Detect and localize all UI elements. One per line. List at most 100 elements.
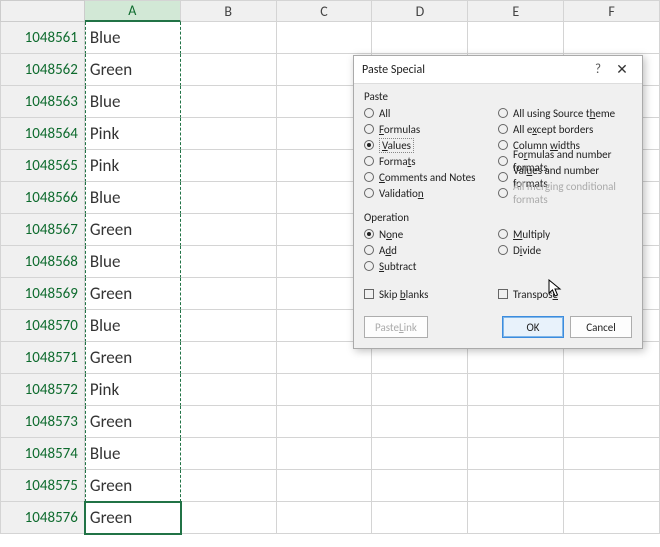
row-header[interactable]: 1048563 bbox=[0, 86, 85, 118]
cell[interactable] bbox=[468, 374, 564, 406]
cell[interactable] bbox=[181, 470, 277, 502]
transpose-checkbox[interactable]: Transpose bbox=[498, 286, 632, 302]
cell[interactable]: Green bbox=[85, 54, 181, 86]
cell[interactable] bbox=[277, 374, 373, 406]
radio-comments[interactable]: Comments and Notes bbox=[364, 169, 498, 185]
cell[interactable] bbox=[277, 470, 373, 502]
cell[interactable] bbox=[564, 502, 660, 534]
cell[interactable] bbox=[468, 22, 564, 54]
dialog-titlebar[interactable]: Paste Special ? ✕ bbox=[354, 56, 642, 84]
radio-all[interactable]: All bbox=[364, 105, 498, 121]
cell[interactable] bbox=[277, 22, 373, 54]
cell[interactable]: Green bbox=[85, 278, 181, 310]
row-header[interactable]: 1048568 bbox=[0, 246, 85, 278]
skip-blanks-checkbox[interactable]: Skip blanks bbox=[364, 286, 498, 302]
row-header[interactable]: 1048572 bbox=[0, 374, 85, 406]
cell[interactable] bbox=[181, 118, 277, 150]
help-icon[interactable]: ? bbox=[586, 62, 610, 77]
column-header-d[interactable]: D bbox=[372, 0, 468, 22]
row-header[interactable]: 1048573 bbox=[0, 406, 85, 438]
cell[interactable] bbox=[181, 214, 277, 246]
column-header-c[interactable]: C bbox=[277, 0, 373, 22]
row-header[interactable]: 1048571 bbox=[0, 342, 85, 374]
cell[interactable] bbox=[181, 502, 277, 534]
paste-link-button[interactable]: Paste Link bbox=[364, 316, 428, 338]
cell[interactable] bbox=[564, 470, 660, 502]
radio-add[interactable]: Add bbox=[364, 242, 498, 258]
cell[interactable] bbox=[181, 310, 277, 342]
cell[interactable] bbox=[564, 374, 660, 406]
row-header[interactable]: 1048574 bbox=[0, 438, 85, 470]
cell[interactable] bbox=[181, 278, 277, 310]
cell[interactable] bbox=[372, 406, 468, 438]
radio-multiply[interactable]: Multiply bbox=[498, 226, 632, 242]
cell[interactable] bbox=[181, 342, 277, 374]
cell[interactable] bbox=[372, 22, 468, 54]
radio-except-borders[interactable]: All except borders bbox=[498, 121, 632, 137]
cell[interactable]: Blue bbox=[85, 86, 181, 118]
cell[interactable] bbox=[181, 22, 277, 54]
cell[interactable]: Green bbox=[85, 406, 181, 438]
cell[interactable]: Green bbox=[85, 214, 181, 246]
row-header[interactable]: 1048576 bbox=[0, 502, 85, 534]
cell[interactable]: Blue bbox=[85, 22, 181, 54]
radio-divide[interactable]: Divide bbox=[498, 242, 632, 258]
radio-values[interactable]: Values bbox=[364, 137, 498, 153]
cell[interactable]: Blue bbox=[85, 246, 181, 278]
radio-formulas[interactable]: Formulas bbox=[364, 121, 498, 137]
row-header[interactable]: 1048561 bbox=[0, 22, 85, 54]
row-header[interactable]: 1048562 bbox=[0, 54, 85, 86]
radio-validation[interactable]: Validation bbox=[364, 185, 498, 201]
cell[interactable] bbox=[181, 150, 277, 182]
select-all-corner[interactable] bbox=[0, 0, 85, 22]
cell[interactable] bbox=[564, 438, 660, 470]
cell[interactable]: Green bbox=[85, 502, 181, 534]
column-header-a[interactable]: A bbox=[85, 0, 181, 22]
cell[interactable]: Blue bbox=[85, 182, 181, 214]
row-header[interactable]: 1048569 bbox=[0, 278, 85, 310]
radio-source-theme[interactable]: All using Source theme bbox=[498, 105, 632, 121]
row-header[interactable]: 1048567 bbox=[0, 214, 85, 246]
cell[interactable]: Pink bbox=[85, 374, 181, 406]
close-icon[interactable]: ✕ bbox=[610, 61, 634, 78]
cell[interactable] bbox=[372, 438, 468, 470]
cell[interactable] bbox=[468, 438, 564, 470]
cell[interactable]: Blue bbox=[85, 438, 181, 470]
cell[interactable]: Pink bbox=[85, 150, 181, 182]
cell[interactable] bbox=[181, 406, 277, 438]
column-header-f[interactable]: F bbox=[564, 0, 660, 22]
radio-none[interactable]: None bbox=[364, 226, 498, 242]
cell[interactable] bbox=[181, 86, 277, 118]
cell[interactable] bbox=[468, 406, 564, 438]
cell[interactable] bbox=[181, 374, 277, 406]
cell[interactable] bbox=[564, 406, 660, 438]
cell[interactable] bbox=[372, 502, 468, 534]
cell[interactable] bbox=[277, 502, 373, 534]
cell[interactable]: Blue bbox=[85, 310, 181, 342]
cell[interactable] bbox=[372, 470, 468, 502]
ok-button[interactable]: OK bbox=[502, 316, 564, 338]
cancel-button[interactable]: Cancel bbox=[570, 316, 632, 338]
radio-formats[interactable]: Formats bbox=[364, 153, 498, 169]
cell[interactable] bbox=[372, 374, 468, 406]
cell[interactable] bbox=[468, 502, 564, 534]
cell[interactable] bbox=[181, 54, 277, 86]
row-header[interactable]: 1048565 bbox=[0, 150, 85, 182]
row-header[interactable]: 1048566 bbox=[0, 182, 85, 214]
cell[interactable] bbox=[564, 22, 660, 54]
column-header-e[interactable]: E bbox=[468, 0, 564, 22]
cell[interactable]: Green bbox=[85, 342, 181, 374]
cell[interactable] bbox=[468, 470, 564, 502]
cell[interactable] bbox=[181, 246, 277, 278]
row-header[interactable]: 1048570 bbox=[0, 310, 85, 342]
cell[interactable] bbox=[277, 438, 373, 470]
row-header[interactable]: 1048575 bbox=[0, 470, 85, 502]
cell[interactable]: Pink bbox=[85, 118, 181, 150]
cell[interactable]: Green bbox=[85, 470, 181, 502]
cell[interactable] bbox=[277, 406, 373, 438]
row-header[interactable]: 1048564 bbox=[0, 118, 85, 150]
column-header-b[interactable]: B bbox=[181, 0, 277, 22]
cell[interactable] bbox=[181, 438, 277, 470]
radio-subtract[interactable]: Subtract bbox=[364, 258, 498, 274]
cell[interactable] bbox=[181, 182, 277, 214]
